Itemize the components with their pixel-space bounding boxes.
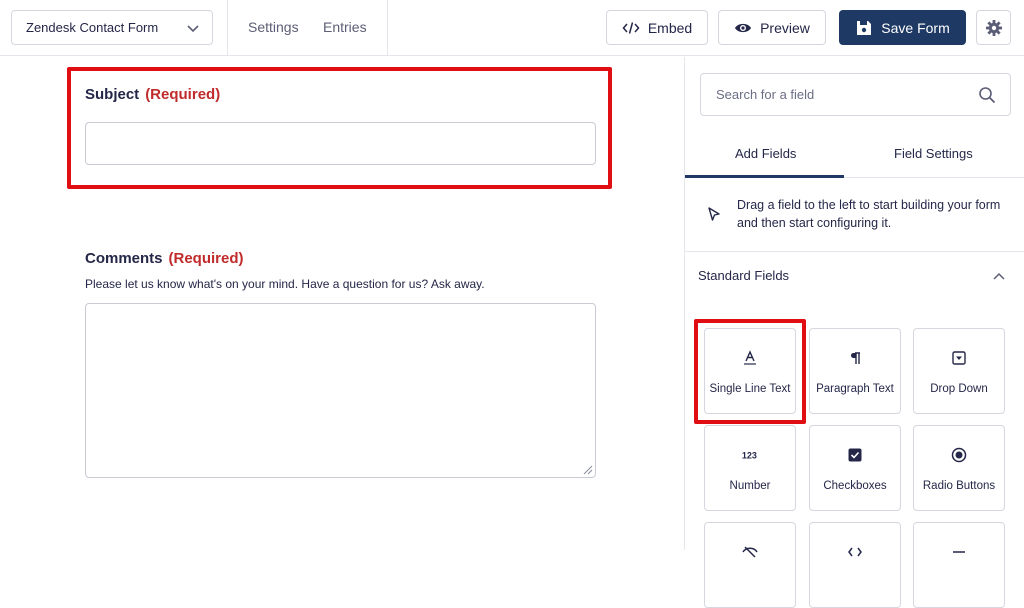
field-tile-number[interactable]: 123 Number <box>704 425 796 511</box>
chevron-up-icon[interactable] <box>992 269 1006 283</box>
field-tile-label: Paragraph Text <box>816 383 894 395</box>
search-input[interactable] <box>716 87 956 102</box>
checkbox-icon <box>846 446 864 464</box>
field-tile-drop-down[interactable]: Drop Down <box>913 328 1005 414</box>
field-tile[interactable] <box>809 522 901 608</box>
field-tile-label: Checkboxes <box>823 480 887 492</box>
save-form-button[interactable]: Save Form <box>839 10 966 45</box>
settings-link[interactable]: Settings <box>248 19 299 35</box>
cursor-pointer-icon <box>708 207 720 221</box>
search-icon[interactable] <box>978 86 996 104</box>
entries-link[interactable]: Entries <box>323 19 367 35</box>
embed-button[interactable]: Embed <box>606 10 708 45</box>
highlight-box <box>694 319 806 424</box>
highlight-box <box>67 67 612 189</box>
comments-field-label: Comments (Required) <box>85 250 244 267</box>
tab-field-settings[interactable]: Field Settings <box>894 146 973 161</box>
eye-icon <box>735 23 752 32</box>
form-selector-dropdown[interactable]: Zendesk Contact Form <box>11 10 213 45</box>
required-indicator: (Required) <box>168 250 244 267</box>
embed-label: Embed <box>647 19 693 36</box>
field-tile[interactable] <box>913 522 1005 608</box>
field-search[interactable] <box>700 73 1011 116</box>
comments-description: Please let us know what's on your mind. … <box>85 277 485 291</box>
field-tile-label: Number <box>729 480 771 492</box>
divider <box>227 0 228 56</box>
field-tile-label: Drop Down <box>930 383 988 395</box>
field-tile-label: Radio Buttons <box>922 480 996 492</box>
save-icon <box>857 20 872 35</box>
standard-fields-heading[interactable]: Standard Fields <box>698 268 789 283</box>
active-tab-indicator <box>685 175 844 178</box>
hidden-field-icon <box>741 543 759 561</box>
gear-icon <box>985 19 1002 36</box>
number-icon: 123 <box>741 446 759 464</box>
divider <box>387 0 388 56</box>
chevron-down-icon <box>187 24 199 32</box>
paragraph-icon <box>846 349 864 367</box>
html-code-icon <box>846 543 864 561</box>
tab-add-fields[interactable]: Add Fields <box>735 146 796 161</box>
comments-textarea[interactable] <box>85 303 596 478</box>
top-toolbar: Zendesk Contact Form Settings Entries Em… <box>0 0 1024 56</box>
field-tile-checkboxes[interactable]: Checkboxes <box>809 425 901 511</box>
settings-gear-button[interactable] <box>976 10 1011 45</box>
field-tile-radio-buttons[interactable]: Radio Buttons <box>913 425 1005 511</box>
section-divider <box>685 251 1024 252</box>
preview-label: Preview <box>760 19 810 36</box>
drag-hint-text: Drag a field to the left to start buildi… <box>737 198 1001 230</box>
dropdown-icon <box>950 349 968 367</box>
code-icon <box>622 21 640 34</box>
svg-text:123: 123 <box>742 451 757 461</box>
form-selector-label: Zendesk Contact Form <box>26 20 159 35</box>
resize-grip-icon[interactable] <box>581 463 593 475</box>
radio-icon <box>950 446 968 464</box>
save-form-label: Save Form <box>881 19 950 36</box>
preview-button[interactable]: Preview <box>718 10 826 45</box>
section-icon <box>950 543 968 561</box>
field-tile[interactable] <box>704 522 796 608</box>
field-tile-paragraph-text[interactable]: Paragraph Text <box>809 328 901 414</box>
